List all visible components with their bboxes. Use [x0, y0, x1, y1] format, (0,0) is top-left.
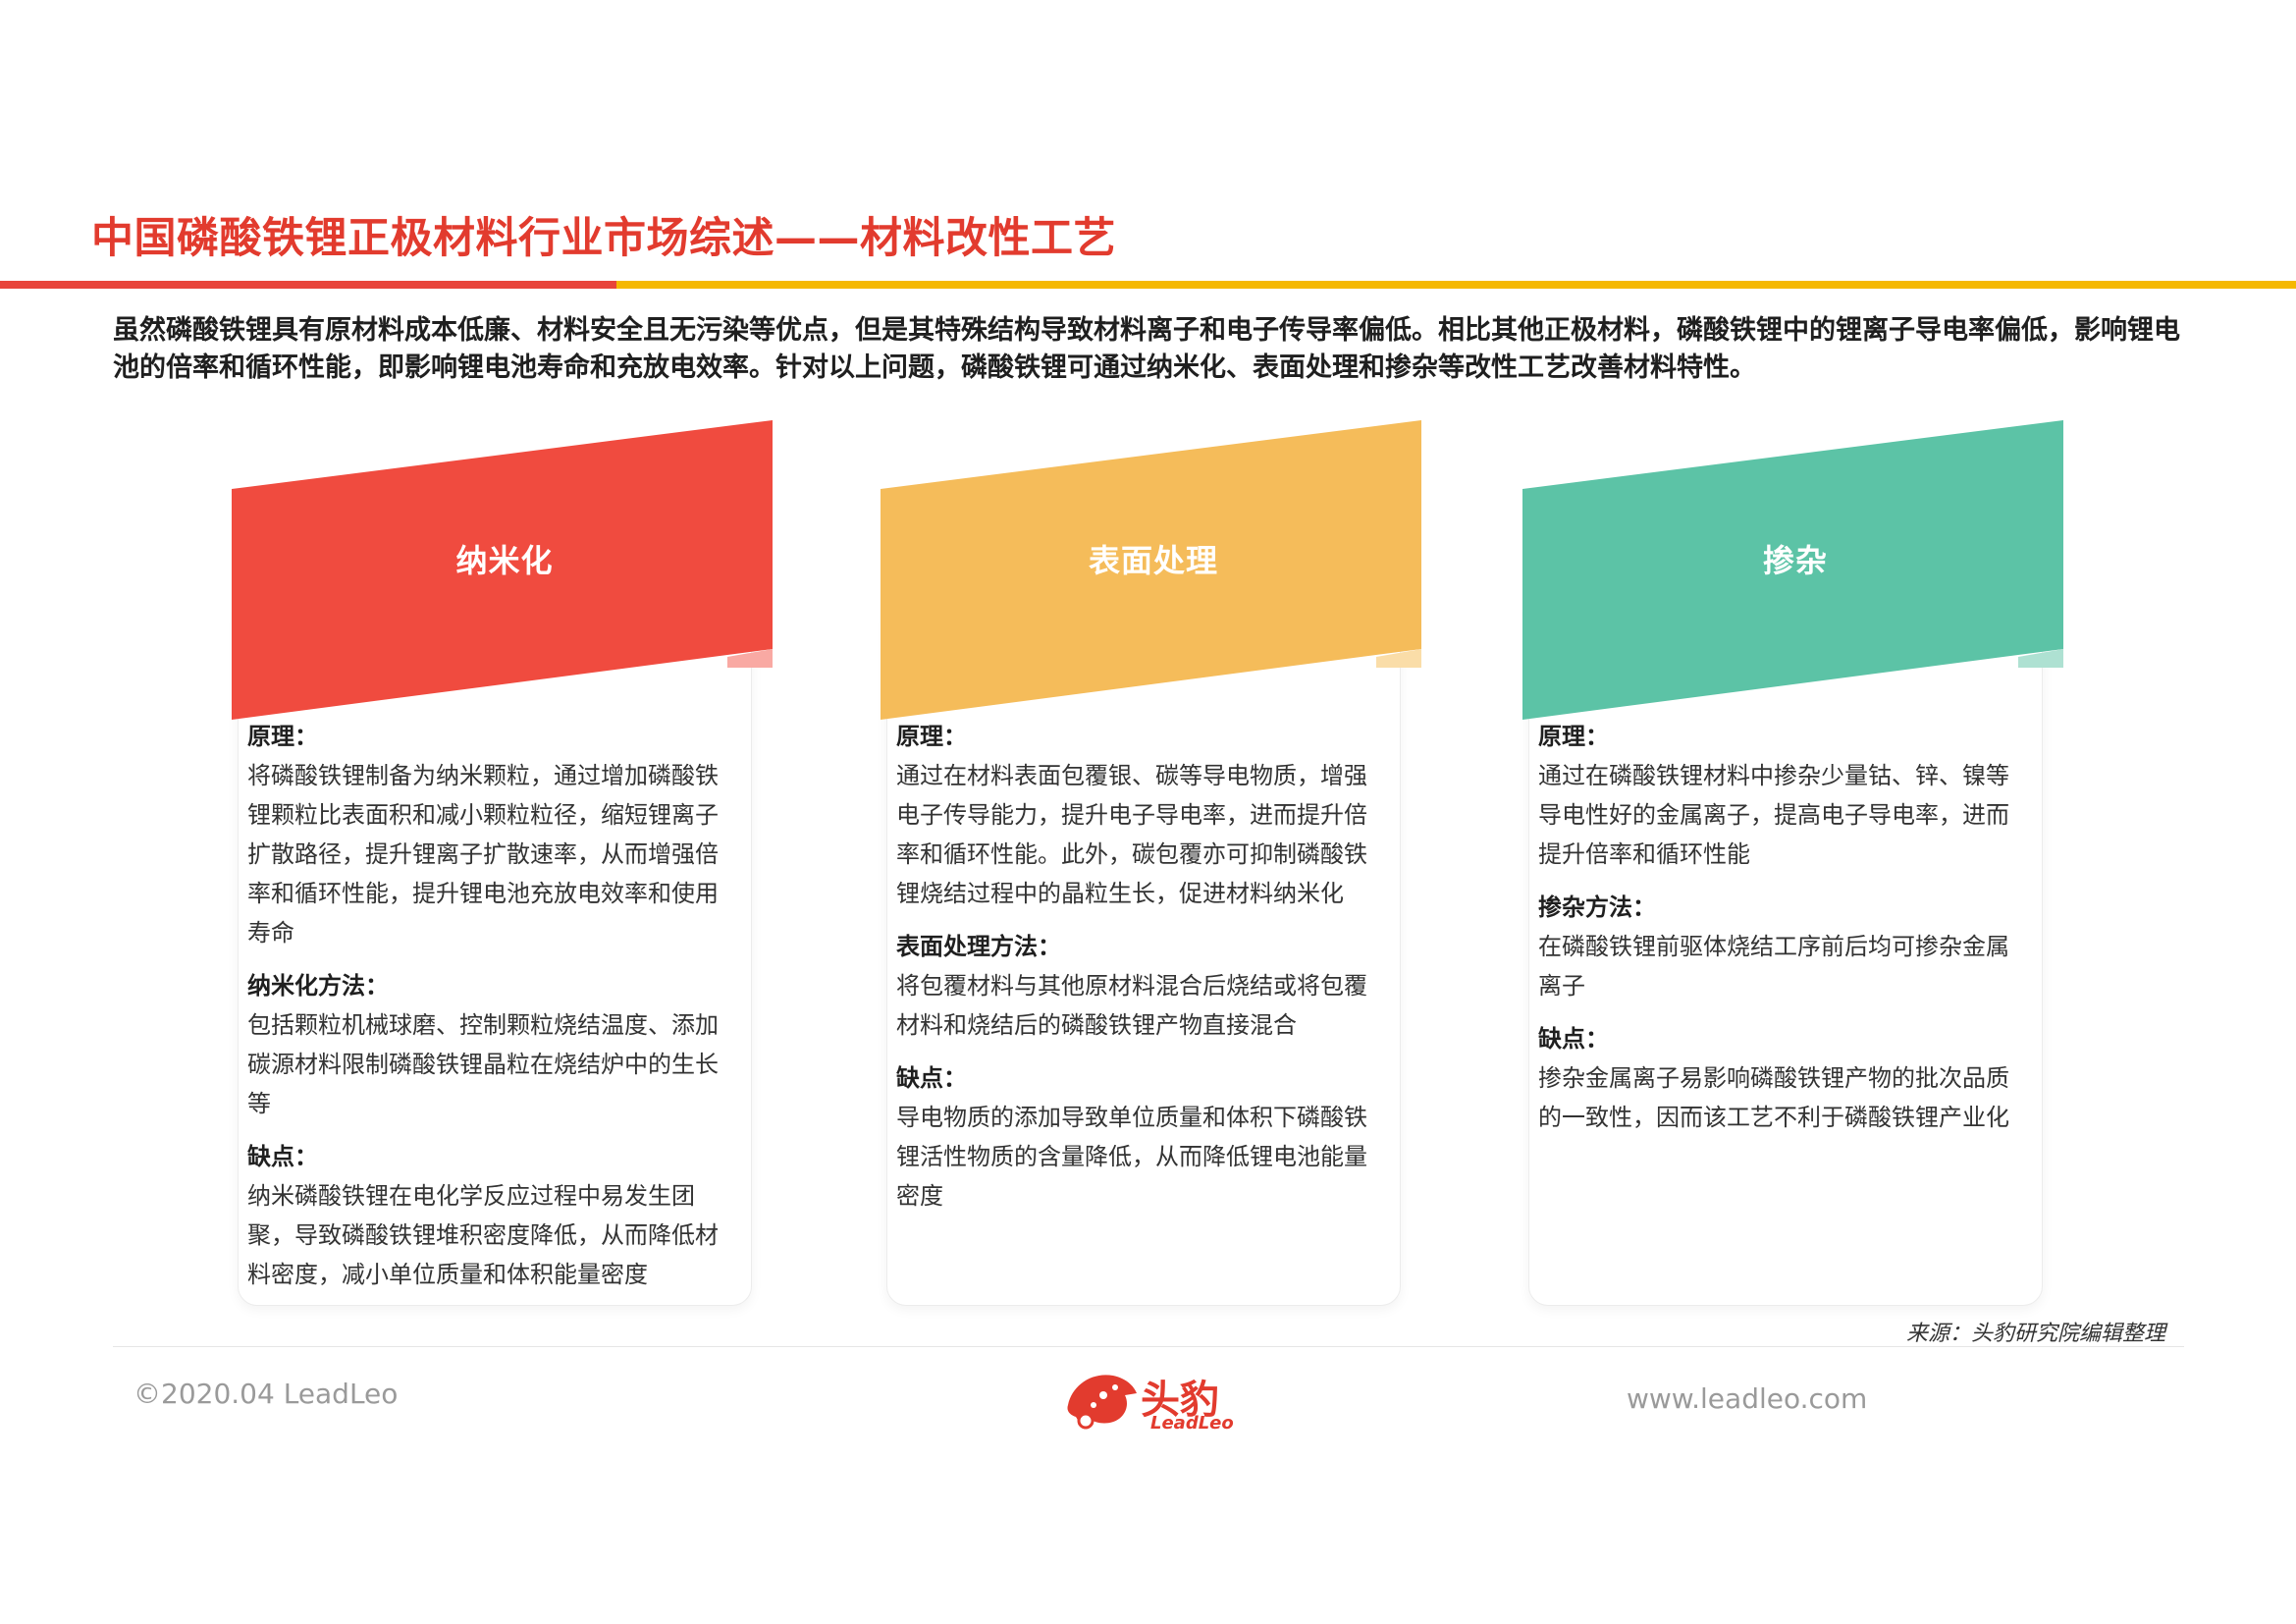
section-label: 原理： [1538, 723, 1609, 750]
card-title: 纳米化 [455, 542, 554, 579]
section-label: 掺杂方法： [1538, 893, 1656, 921]
section-text: 将包覆材料与其他原材料混合后烧结或将包覆材料和烧结后的磷酸铁锂产物直接混合 [896, 972, 1367, 1039]
card-content: 原理： 通过在材料表面包覆银、碳等导电物质，增强电子传导能力，提升电子导电率，进… [896, 717, 1387, 1229]
page-title: 中国磷酸铁锂正极材料行业市场综述——材料改性工艺 [91, 214, 1116, 263]
section-text: 将磷酸铁锂制备为纳米颗粒，通过增加磷酸铁锂颗粒比表面积和减小颗粒粒径，缩短锂离子… [247, 762, 719, 947]
section-method: 表面处理方法： 将包覆材料与其他原材料混合后烧结或将包覆材料和烧结后的磷酸铁锂产… [896, 927, 1387, 1045]
leopard-icon [1067, 1375, 1137, 1430]
card-content: 原理： 通过在磷酸铁锂材料中掺杂少量钴、锌、镍等导电性好的金属离子，提高电子导电… [1538, 717, 2029, 1151]
card-nanonization: 纳米化 原理： 将磷酸铁锂制备为纳米颗粒，通过增加磷酸铁锂颗粒比表面积和减小颗粒… [232, 420, 777, 1309]
card-surface-treatment: 表面处理 原理： 通过在材料表面包覆银、碳等导电物质，增强电子传导能力，提升电子… [881, 420, 1426, 1309]
card-content: 原理： 将磷酸铁锂制备为纳米颗粒，通过增加磷酸铁锂颗粒比表面积和减小颗粒粒径，缩… [247, 717, 738, 1308]
section-label: 纳米化方法： [247, 972, 389, 1000]
section-text: 导电物质的添加导致单位质量和体积下磷酸铁锂活性物质的含量降低，从而降低锂电池能量… [896, 1104, 1367, 1210]
title-underline-red [0, 281, 616, 289]
footer-divider [113, 1346, 2184, 1347]
section-drawback: 缺点： 掺杂金属离子易影响磷酸铁锂产物的批次品质的一致性，因而该工艺不利于磷酸铁… [1538, 1019, 2029, 1137]
section-method: 纳米化方法： 包括颗粒机械球磨、控制颗粒烧结温度、添加碳源材料限制磷酸铁锂晶粒在… [247, 966, 738, 1123]
section-text: 纳米磷酸铁锂在电化学反应过程中易发生团聚，导致磷酸铁锂堆积密度降低，从而降低材料… [247, 1182, 719, 1288]
section-drawback: 缺点： 纳米磷酸铁锂在电化学反应过程中易发生团聚，导致磷酸铁锂堆积密度降低，从而… [247, 1137, 738, 1294]
section-text: 包括颗粒机械球磨、控制颗粒烧结温度、添加碳源材料限制磷酸铁锂晶粒在烧结炉中的生长… [247, 1011, 719, 1117]
card-title: 表面处理 [1088, 542, 1218, 579]
intro-paragraph: 虽然磷酸铁锂具有原材料成本低廉、材料安全且无污染等优点，但是其特殊结构导致材料离… [113, 315, 2180, 383]
card-banner: 表面处理 [881, 420, 1426, 720]
section-label: 表面处理方法： [896, 933, 1061, 960]
section-text: 通过在材料表面包覆银、碳等导电物质，增强电子传导能力，提升电子导电率，进而提升倍… [896, 762, 1367, 907]
logo-text-en: LeadLeo [1150, 1413, 1234, 1434]
card-doping: 掺杂 原理： 通过在磷酸铁锂材料中掺杂少量钴、锌、镍等导电性好的金属离子，提高电… [1522, 420, 2068, 1309]
section-text: 在磷酸铁锂前驱体烧结工序前后均可掺杂金属离子 [1538, 933, 2009, 1000]
copyright-text: ©2020.04 LeadLeo [133, 1378, 399, 1410]
section-drawback: 缺点： 导电物质的添加导致单位质量和体积下磷酸铁锂活性物质的含量降低，从而降低锂… [896, 1058, 1387, 1216]
website-link[interactable]: www.leadleo.com [1627, 1382, 1867, 1415]
section-label: 缺点： [896, 1064, 967, 1092]
card-title: 掺杂 [1762, 542, 1828, 579]
card-banner: 掺杂 [1522, 420, 2068, 720]
source-note: 来源：头豹研究院编辑整理 [1905, 1322, 2165, 1346]
slide: 中国磷酸铁锂正极材料行业市场综述——材料改性工艺 虽然磷酸铁锂具有原材料成本低廉… [0, 0, 2296, 1624]
section-label: 原理： [896, 723, 967, 750]
section-label: 缺点： [1538, 1025, 1609, 1053]
section-text: 通过在磷酸铁锂材料中掺杂少量钴、锌、镍等导电性好的金属离子，提高电子导电率，进而… [1538, 762, 2009, 868]
section-label: 原理： [247, 723, 318, 750]
section-text: 掺杂金属离子易影响磷酸铁锂产物的批次品质的一致性，因而该工艺不利于磷酸铁锂产业化 [1538, 1064, 2009, 1131]
section-principle: 原理： 将磷酸铁锂制备为纳米颗粒，通过增加磷酸铁锂颗粒比表面积和减小颗粒粒径，缩… [247, 717, 738, 952]
section-principle: 原理： 通过在磷酸铁锂材料中掺杂少量钴、锌、镍等导电性好的金属离子，提高电子导电… [1538, 717, 2029, 874]
leadleo-logo: 头豹 LeadLeo [1062, 1358, 1239, 1436]
title-underline-yellow [616, 281, 2296, 289]
section-method: 掺杂方法： 在磷酸铁锂前驱体烧结工序前后均可掺杂金属离子 [1538, 888, 2029, 1005]
card-banner: 纳米化 [232, 420, 777, 720]
section-label: 缺点： [247, 1143, 318, 1170]
section-principle: 原理： 通过在材料表面包覆银、碳等导电物质，增强电子传导能力，提升电子导电率，进… [896, 717, 1387, 913]
